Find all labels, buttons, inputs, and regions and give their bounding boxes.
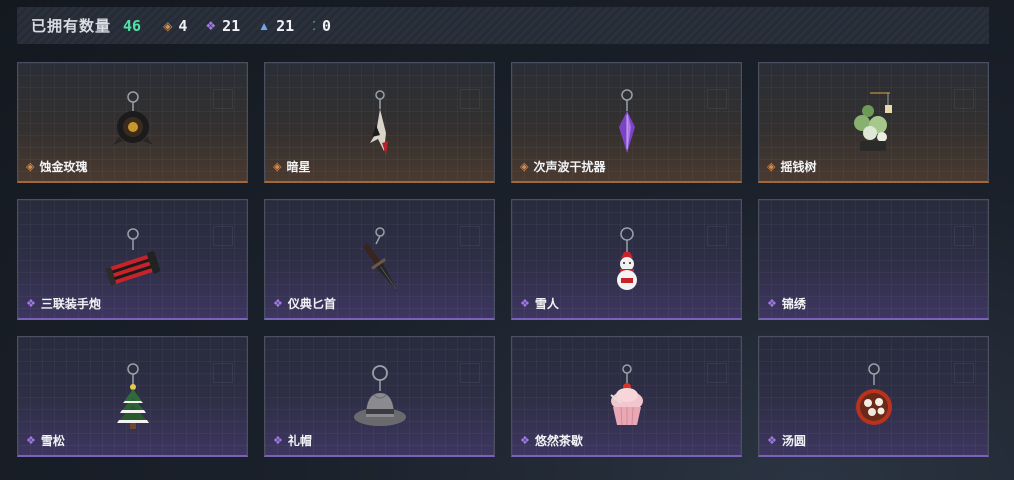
card-decoration (954, 363, 974, 383)
item-card[interactable]: ◈ 次声波干扰器 (511, 62, 742, 183)
stat-teal-value: 0 (321, 16, 331, 35)
item-label: ◈ 蚀金玫瑰 (26, 158, 87, 175)
dagger-charm-icon (362, 227, 398, 293)
item-label: ❖ 雪松 (26, 432, 65, 449)
purple-diamond-icon: ❖ (26, 298, 36, 310)
item-name: 蚀金玫瑰 (39, 160, 88, 174)
hat-charm-icon (353, 365, 406, 426)
item-name: 三联装手炮 (40, 297, 101, 311)
item-label: ◈ 暗星 (273, 158, 310, 175)
item-name: 汤圆 (781, 434, 806, 448)
bonsai-charm-icon (853, 92, 892, 151)
card-decoration (213, 89, 233, 109)
item-card[interactable]: ◈ 蚀金玫瑰 (17, 62, 248, 183)
stat-orange-value: 4 (178, 16, 188, 35)
stat-teal: ⁚ 0 (312, 17, 331, 35)
purple-diamond-icon: ❖ (205, 18, 217, 33)
item-name: 礼帽 (287, 434, 312, 448)
stat-blue: ▲ 21 (258, 17, 294, 35)
orange-diamond-icon: ◈ (26, 161, 35, 173)
item-label: ❖ 汤圆 (767, 432, 806, 449)
orange-diamond-icon: ◈ (273, 161, 282, 173)
stat-purple: ❖ 21 (205, 17, 240, 35)
item-name: 雪人 (534, 297, 559, 311)
item-name: 暗星 (286, 160, 311, 174)
card-decoration (213, 226, 233, 246)
stat-orange: ◈ 4 (163, 17, 187, 35)
card-decoration (954, 89, 974, 109)
item-card[interactable]: ❖ 雪松 (17, 336, 248, 457)
cupcake-charm-icon (609, 364, 643, 426)
item-name: 锦绣 (781, 297, 806, 311)
item-label: ❖ 仪典匕首 (273, 295, 336, 312)
purple-diamond-icon: ❖ (767, 435, 777, 447)
item-grid: ◈ 蚀金玫瑰 ◈ 暗星 ◈ 次声波干扰器 ◈ 摇钱树 ❖ 三联装手炮 ❖ 仪典匕… (17, 62, 989, 457)
item-name: 摇钱树 (780, 160, 817, 174)
item-label: ❖ 锦绣 (767, 295, 806, 312)
dumpling-charm-icon (855, 363, 892, 425)
item-label: ❖ 悠然茶歇 (520, 432, 583, 449)
item-name: 雪松 (40, 434, 65, 448)
item-label: ❖ 礼帽 (273, 432, 312, 449)
card-decoration (707, 363, 727, 383)
purple-diamond-icon: ❖ (767, 298, 777, 310)
item-card[interactable]: ❖ 锦绣 (758, 199, 989, 320)
item-card[interactable]: ❖ 雪人 (511, 199, 742, 320)
item-card[interactable]: ❖ 仪典匕首 (264, 199, 495, 320)
item-card[interactable]: ❖ 三联装手炮 (17, 199, 248, 320)
inventory-summary-bar: 已拥有数量 46 ◈ 4 ❖ 21 ▲ 21 ⁚ 0 (17, 7, 989, 44)
stat-purple-value: 21 (222, 16, 241, 35)
item-card[interactable]: ◈ 暗星 (264, 62, 495, 183)
orange-diamond-icon: ◈ (163, 18, 173, 33)
cannon-charm-icon (105, 228, 160, 286)
purple-diamond-icon: ❖ (520, 435, 530, 447)
purple-diamond-icon: ❖ (273, 435, 283, 447)
owned-count: 46 (123, 16, 142, 35)
blue-chevron-icon: ▲ (258, 18, 271, 33)
item-label: ◈ 次声波干扰器 (520, 158, 605, 175)
blade-charm-icon (369, 90, 388, 155)
item-card[interactable]: ❖ 悠然茶歇 (511, 336, 742, 457)
item-card[interactable]: ❖ 礼帽 (264, 336, 495, 457)
item-name: 次声波干扰器 (533, 160, 606, 174)
item-label: ❖ 雪人 (520, 295, 559, 312)
purple-diamond-icon: ❖ (520, 298, 530, 310)
card-decoration (460, 89, 480, 109)
card-decoration (707, 89, 727, 109)
purple-diamond-icon: ❖ (273, 298, 283, 310)
card-decoration (707, 226, 727, 246)
card-decoration (460, 226, 480, 246)
item-label: ◈ 摇钱树 (767, 158, 816, 175)
snowman-charm-icon (616, 227, 637, 290)
owned-label: 已拥有数量 (31, 18, 112, 35)
orange-diamond-icon: ◈ (520, 161, 529, 173)
item-name: 悠然茶歇 (534, 434, 583, 448)
item-label: ❖ 三联装手炮 (26, 295, 101, 312)
tree-charm-icon (116, 363, 149, 429)
card-decoration (213, 363, 233, 383)
item-card[interactable]: ❖ 汤圆 (758, 336, 989, 457)
stat-blue-value: 21 (276, 16, 295, 35)
orange-diamond-icon: ◈ (767, 161, 776, 173)
crystal-charm-icon (618, 89, 635, 153)
teal-dots-icon: ⁚ (312, 18, 316, 33)
item-name: 仪典匕首 (287, 297, 336, 311)
rose-charm-icon (112, 91, 153, 145)
card-decoration (460, 363, 480, 383)
purple-diamond-icon: ❖ (26, 435, 36, 447)
card-decoration (954, 226, 974, 246)
item-card[interactable]: ◈ 摇钱树 (758, 62, 989, 183)
